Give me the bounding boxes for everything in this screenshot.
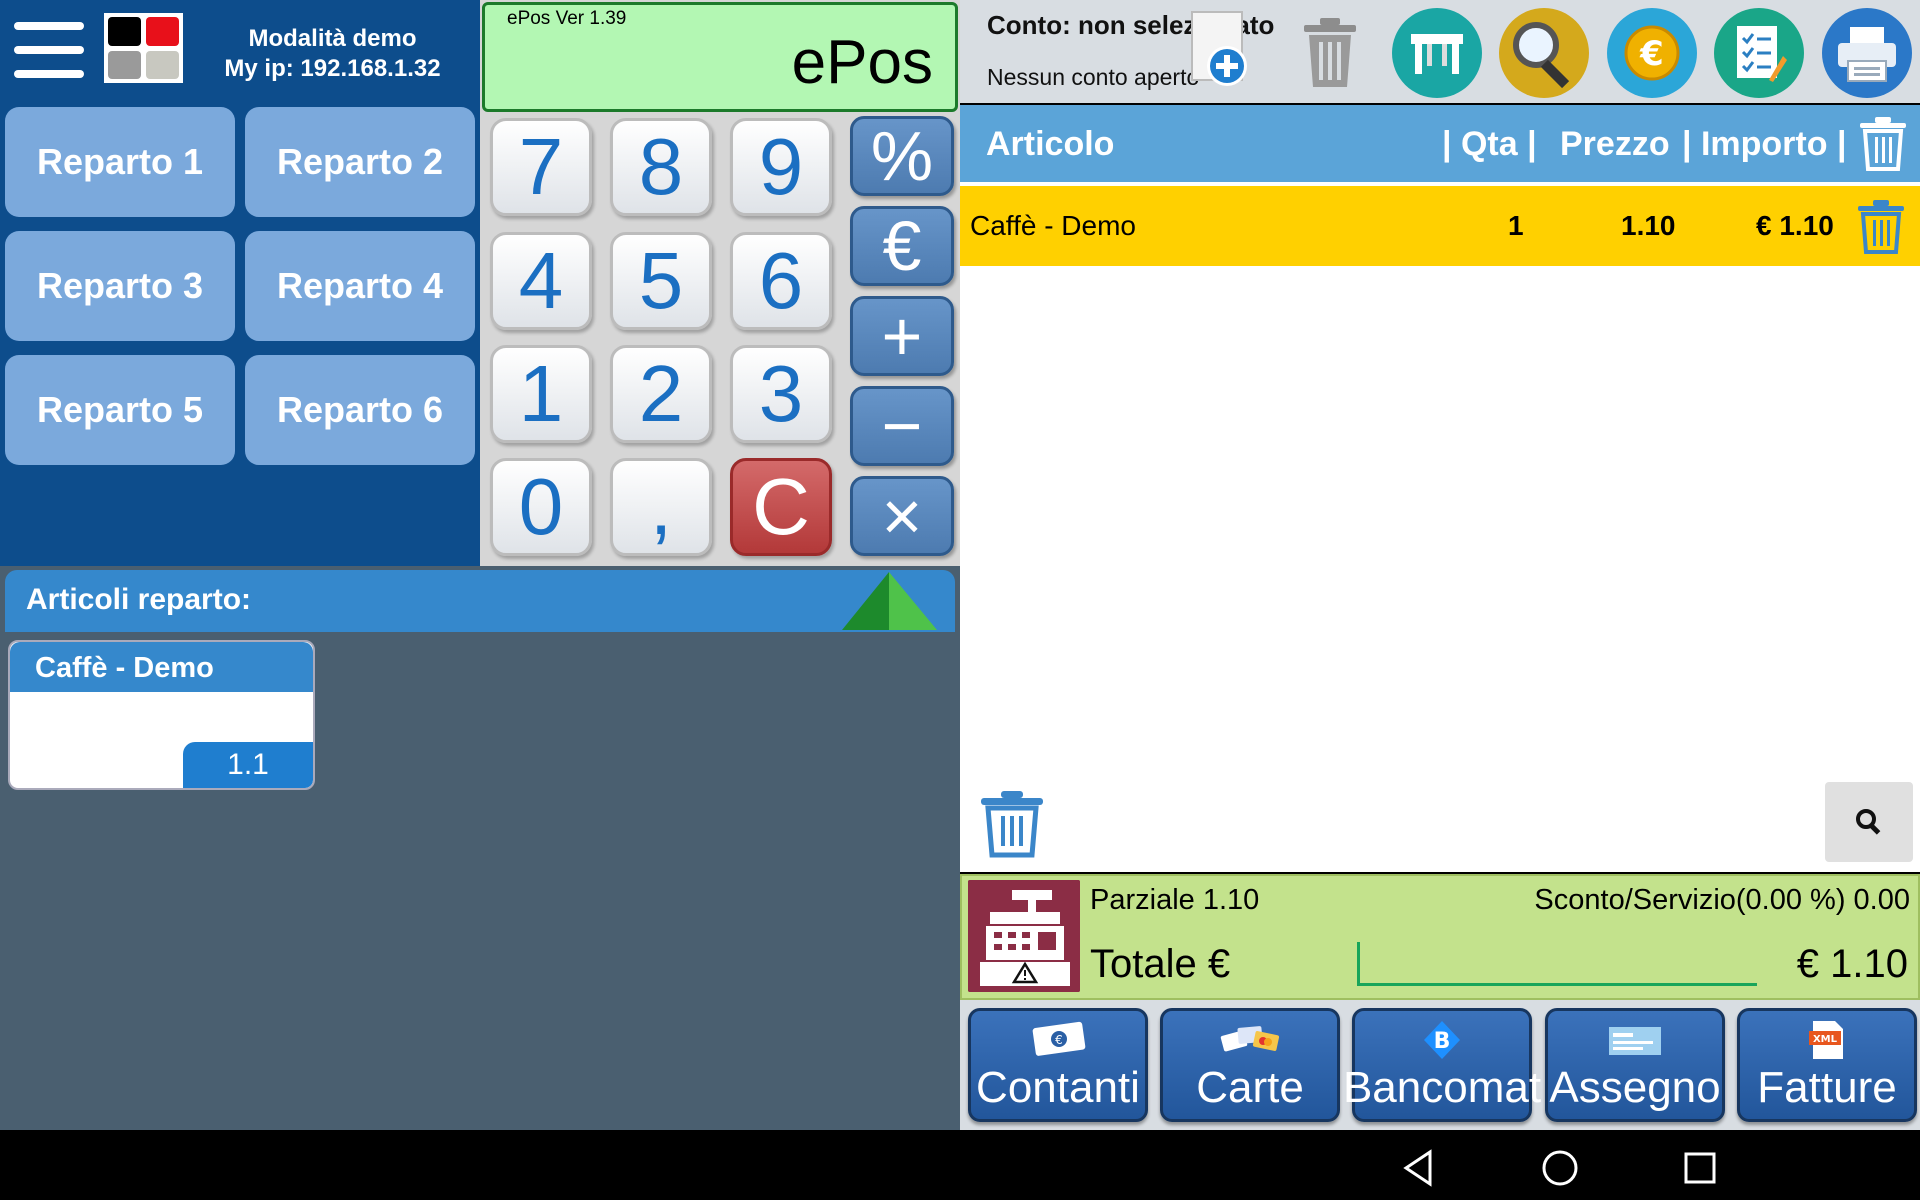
xml-file-icon: XML: [1809, 1021, 1843, 1059]
new-account-icon[interactable]: [1190, 10, 1250, 88]
column-article: Articolo: [986, 125, 1115, 163]
key-multiply[interactable]: ×: [850, 476, 954, 556]
demo-mode-info: Modalità demo My ip: 192.168.1.32: [195, 24, 470, 84]
table-row[interactable]: Caffè - Demo 1 1.10 € 1.10: [960, 186, 1920, 266]
delete-account-icon[interactable]: [1300, 15, 1360, 90]
mode-label: Modalità demo: [248, 25, 417, 52]
key-2[interactable]: 2: [610, 345, 712, 443]
order-table-body: [960, 182, 1920, 872]
row-amount: € 1.10: [1756, 210, 1834, 241]
delete-row-trash-icon[interactable]: [977, 788, 1047, 858]
system-nav-bar: [0, 1130, 1920, 1200]
department-panel: Reparto 1 Reparto 2 Reparto 3 Reparto 4 …: [0, 103, 480, 566]
key-5[interactable]: 5: [610, 232, 712, 330]
home-icon[interactable]: [1540, 1148, 1580, 1188]
key-euro[interactable]: €: [850, 206, 954, 286]
row-qty: 1: [1508, 210, 1524, 241]
articles-title: Articoli reparto:: [26, 583, 252, 616]
key-percent[interactable]: %: [850, 116, 954, 196]
key-comma[interactable]: ,: [610, 458, 712, 556]
row-price: 1.10: [1621, 210, 1676, 241]
row-trash-icon[interactable]: [1855, 198, 1907, 254]
key-minus[interactable]: −: [850, 386, 954, 466]
search-button[interactable]: [1825, 782, 1913, 862]
key-6[interactable]: 6: [730, 232, 832, 330]
bancomat-icon: B: [1424, 1021, 1460, 1059]
version-label: ePos Ver 1.39: [507, 8, 627, 29]
cash-register-icon[interactable]: [968, 880, 1080, 992]
checklist-icon[interactable]: [1714, 8, 1804, 98]
recent-apps-icon[interactable]: [1680, 1148, 1720, 1188]
clear-all-trash-icon[interactable]: [1857, 115, 1909, 171]
key-8[interactable]: 8: [610, 118, 712, 216]
svg-text:XML: XML: [1813, 1034, 1838, 1045]
department-button-1[interactable]: Reparto 1: [5, 107, 235, 217]
department-button-3[interactable]: Reparto 3: [5, 231, 235, 341]
cheque-payment-button[interactable]: Assegno: [1545, 1008, 1725, 1122]
account-subtitle: Nessun conto aperto: [987, 64, 1200, 90]
calculator-display: ePos Ver 1.39 ePos: [482, 2, 958, 112]
display-value: ePos: [791, 28, 933, 97]
row-article: Caffè - Demo: [970, 210, 1136, 241]
total-input[interactable]: [1357, 942, 1757, 986]
article-name: Caffè - Demo: [10, 642, 313, 692]
department-button-5[interactable]: Reparto 5: [5, 355, 235, 465]
article-price: 1.1: [183, 742, 313, 788]
table-icon[interactable]: [1392, 8, 1482, 98]
expand-arrow-icon[interactable]: [842, 572, 937, 632]
key-3[interactable]: 3: [730, 345, 832, 443]
banknote-icon: €: [1032, 1021, 1086, 1056]
department-button-6[interactable]: Reparto 6: [245, 355, 475, 465]
back-icon[interactable]: [1400, 1148, 1440, 1188]
key-clear[interactable]: C: [730, 458, 832, 556]
column-price: Prezzo: [1560, 125, 1670, 163]
total-value: € 1.10: [1796, 942, 1908, 986]
key-0[interactable]: 0: [490, 458, 592, 556]
app-logo-icon[interactable]: [104, 13, 183, 83]
magnifier-icon[interactable]: [1499, 8, 1589, 98]
euro-coin-icon[interactable]: €: [1607, 8, 1697, 98]
department-button-2[interactable]: Reparto 2: [245, 107, 475, 217]
discount-service[interactable]: Sconto/Servizio(0.00 %) 0.00: [1534, 884, 1910, 917]
key-1[interactable]: 1: [490, 345, 592, 443]
key-4[interactable]: 4: [490, 232, 592, 330]
column-amount: | Importo |: [1682, 125, 1847, 163]
order-table-header: Articolo | Qta | Prezzo | Importo |: [960, 105, 1920, 182]
articles-header: Articoli reparto:: [5, 570, 955, 632]
key-9[interactable]: 9: [730, 118, 832, 216]
column-qty: | Qta |: [1442, 125, 1537, 163]
department-button-4[interactable]: Reparto 4: [245, 231, 475, 341]
svg-text:€: €: [1055, 1033, 1063, 1047]
hamburger-menu-icon[interactable]: [14, 22, 84, 78]
invoice-button[interactable]: XML Fatture: [1737, 1008, 1917, 1122]
credit-cards-icon: [1220, 1026, 1280, 1052]
bancomat-payment-button[interactable]: B Bancomat: [1343, 1008, 1541, 1122]
cheque-icon: [1609, 1027, 1661, 1055]
svg-text:€: €: [1639, 34, 1664, 74]
partial-total: Parziale 1.10: [1090, 884, 1260, 916]
printer-icon[interactable]: [1822, 8, 1912, 98]
key-7[interactable]: 7: [490, 118, 592, 216]
article-card[interactable]: Caffè - Demo 1.1: [8, 640, 315, 790]
total-label: Totale €: [1090, 942, 1231, 986]
cash-payment-button[interactable]: € Contanti: [968, 1008, 1148, 1122]
svg-text:B: B: [1434, 1029, 1451, 1054]
search-icon: [1856, 809, 1881, 835]
card-payment-button[interactable]: Carte: [1160, 1008, 1340, 1122]
key-plus[interactable]: +: [850, 296, 954, 376]
ip-label: My ip: 192.168.1.32: [224, 55, 441, 82]
